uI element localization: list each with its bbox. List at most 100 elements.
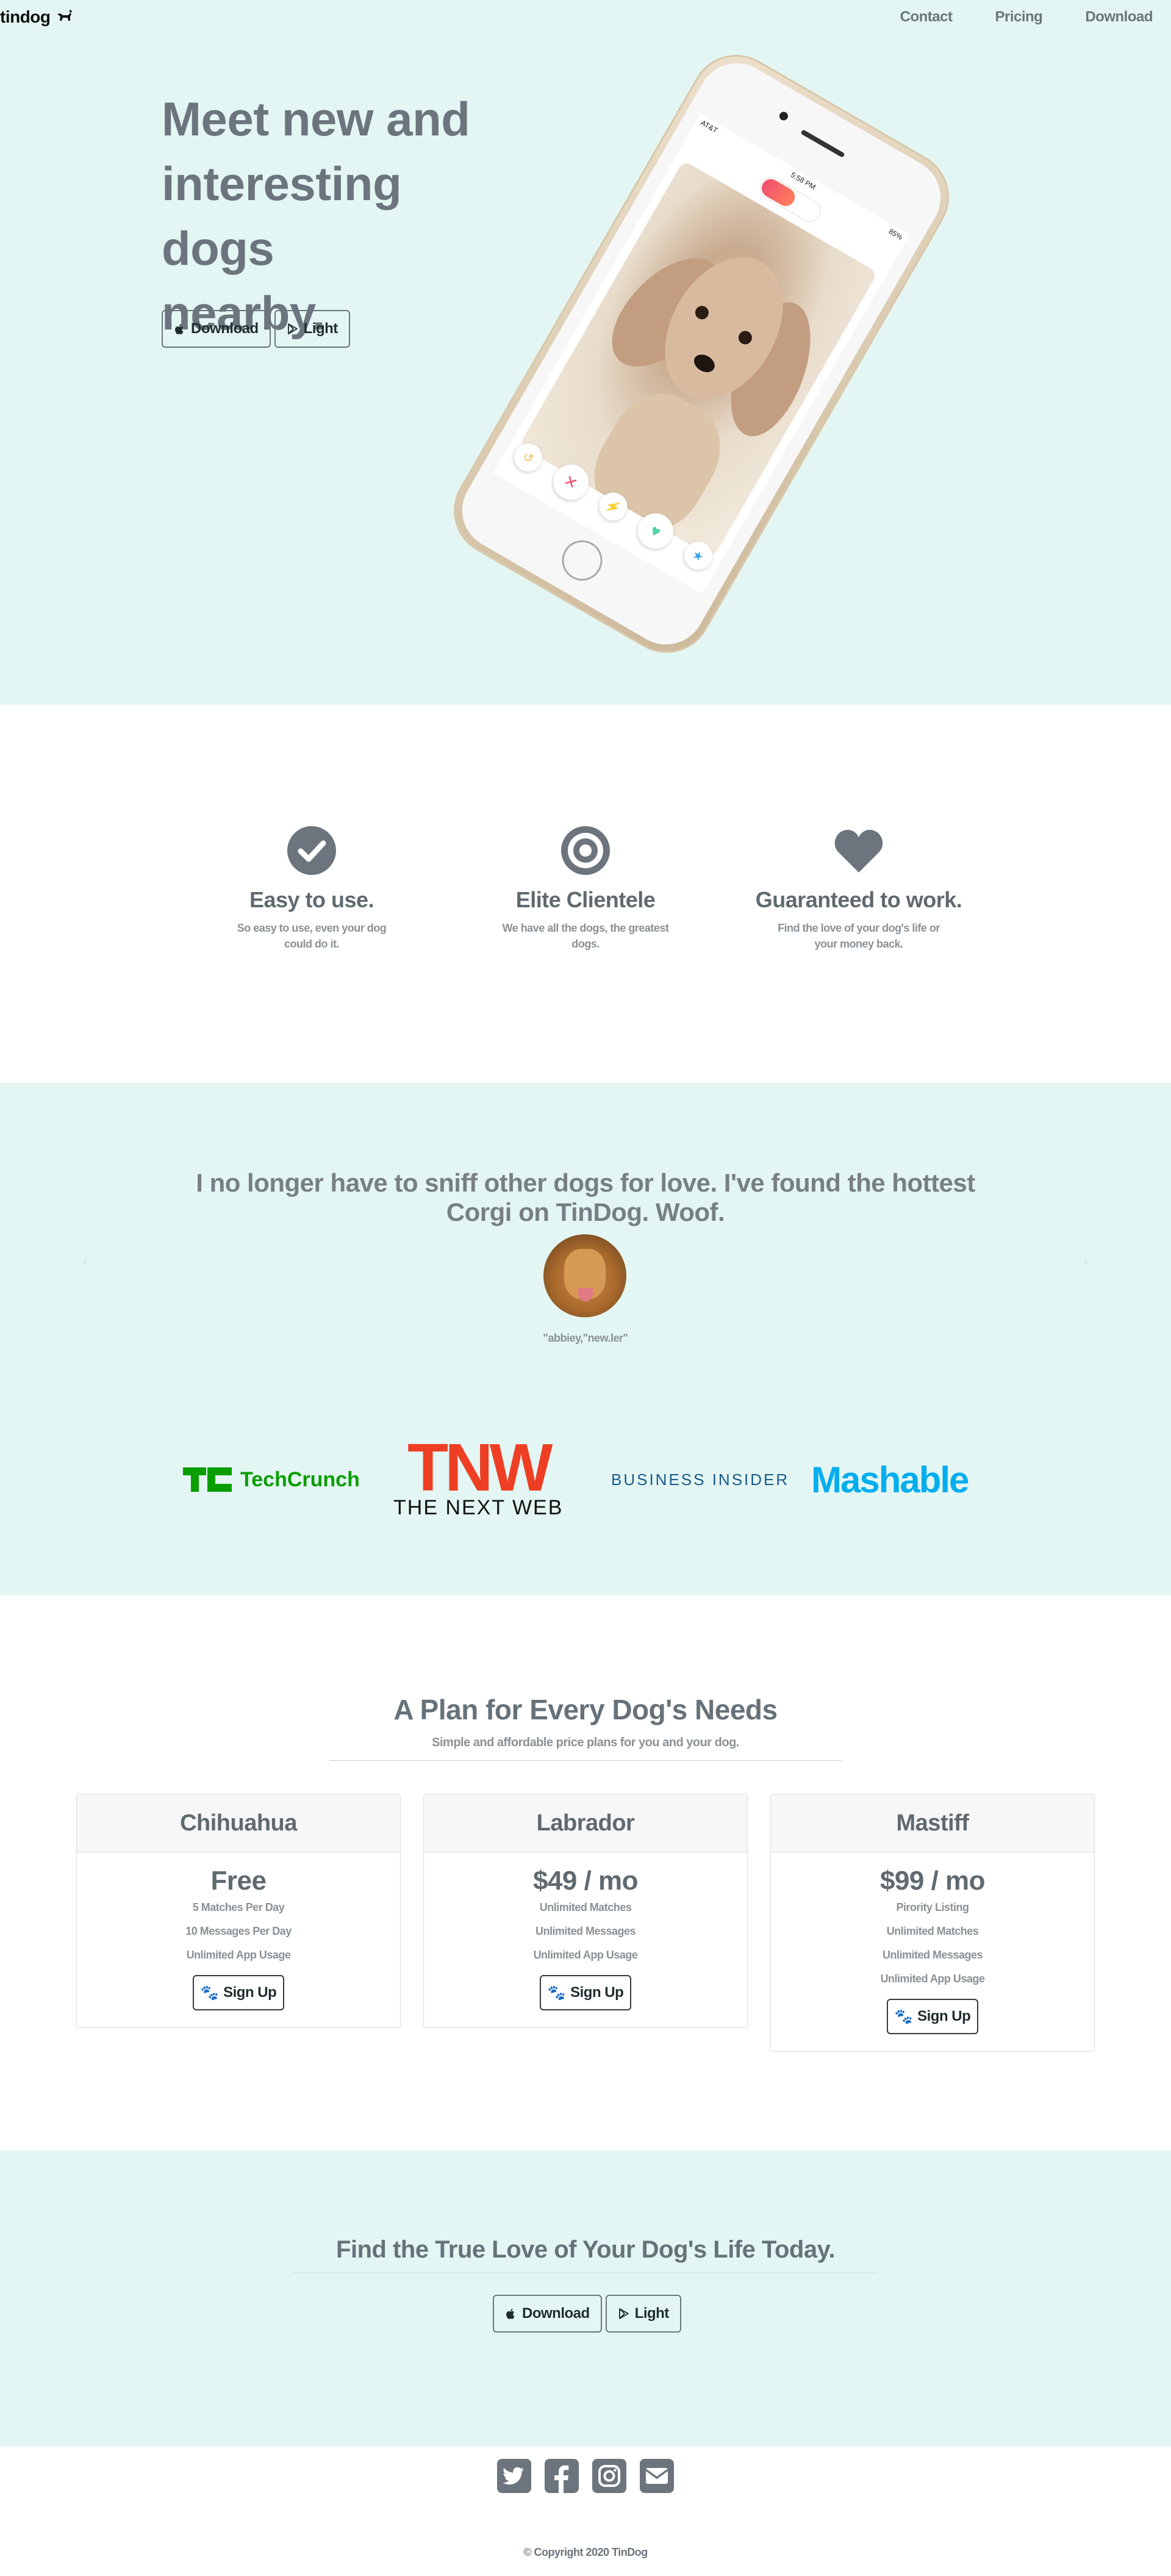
facebook-icon[interactable]	[545, 2459, 579, 2493]
plan-name: Labrador	[424, 1794, 747, 1852]
techcrunch-mark-icon	[183, 1467, 232, 1492]
plan-feature: Unlimited App Usage	[880, 1973, 985, 1985]
copyright-text: © Copyright 2020 TinDog	[523, 2546, 648, 2558]
plan-body: $99 / mo Pirority Listing Unlimited Matc…	[771, 1852, 1094, 2051]
pricing-subtitle: Simple and affordable price plans for yo…	[432, 1736, 739, 1749]
paw-icon: 🐾	[200, 1984, 219, 2001]
tnw-letters: TNW	[407, 1430, 553, 1505]
plan-body: Free 5 Matches Per Day 10 Messages Per D…	[77, 1852, 400, 2027]
nav-link-pricing[interactable]: Pricing	[995, 9, 1042, 26]
press-section: TechCrunch TNW THE NEXT WEB BUSINESS INS…	[0, 1430, 1171, 1596]
play-store-icon	[287, 323, 298, 334]
plan-feature: Unlimited Messages	[535, 1925, 636, 1937]
cta-light-button[interactable]: Light	[605, 2295, 681, 2333]
brand-name: tindog	[0, 7, 51, 26]
hero-light-button[interactable]: Light	[274, 310, 350, 348]
cta-buttons: Download Light	[493, 2295, 681, 2333]
testimonial-quote: I no longer have to sniff other dogs for…	[196, 1168, 975, 1226]
plan-feature: 5 Matches Per Day	[192, 1901, 285, 1913]
hero-download-button[interactable]: Download	[162, 310, 271, 348]
phone-screen: AT&T 5:58 PM 85% ↺ ✕ ⚡ ♥ ★	[493, 113, 910, 594]
dog-icon	[56, 7, 73, 27]
phone-camera	[778, 110, 790, 122]
check-circle-icon	[286, 825, 337, 876]
twitter-icon[interactable]	[497, 2459, 531, 2493]
hero-light-label: Light	[303, 320, 338, 337]
heart-icon	[833, 825, 884, 876]
testimonial-handle: "abbiey,"new.ler"	[543, 1332, 628, 1344]
signup-button[interactable]: 🐾 Sign Up	[887, 1999, 978, 2034]
features-section: Easy to use. So easy to use, even your d…	[0, 705, 1171, 1083]
apple-icon	[175, 324, 184, 334]
pricing-title: A Plan for Every Dog's Needs	[393, 1694, 778, 1725]
plan-feature: Pirority Listing	[896, 1901, 969, 1913]
mashable-wordmark: Mashable	[811, 1459, 969, 1500]
carousel-prev-icon[interactable]: ‹	[82, 1251, 88, 1272]
testimonials-section: ‹ › I no longer have to sniff other dogs…	[0, 1083, 1171, 1437]
pricing-card-chihuahua: Chihuahua Free 5 Matches Per Day 10 Mess…	[76, 1794, 401, 2028]
cta-download-button[interactable]: Download	[493, 2295, 602, 2333]
mashable-logo: Mashable	[811, 1437, 969, 1522]
play-store-icon	[618, 2308, 629, 2319]
cta-title: Find the True Love of Your Dog's Life To…	[336, 2236, 835, 2263]
phone-speaker	[800, 129, 845, 158]
carousel-next-icon[interactable]: ›	[1083, 1251, 1089, 1272]
feature-guaranteed: Guaranteed to work. Find the love of you…	[755, 825, 962, 952]
nav-link-download[interactable]: Download	[1085, 9, 1153, 26]
plan-body: $49 / mo Unlimited Matches Unlimited Mes…	[424, 1852, 747, 2027]
techcrunch-logo: TechCrunch	[183, 1437, 360, 1522]
hero-headline-line: interesting dogs	[162, 157, 402, 275]
brand-logo[interactable]: tindog	[0, 7, 73, 27]
cta-section: Find the True Love of Your Dog's Life To…	[0, 2151, 1171, 2447]
plan-name: Chihuahua	[77, 1794, 400, 1852]
nav-link-contact[interactable]: Contact	[900, 9, 953, 26]
hero-headline: Meet new and interesting dogs nearby.	[162, 87, 503, 345]
testimonial-avatar	[543, 1234, 626, 1317]
feature-easy: Easy to use. So easy to use, even your d…	[208, 825, 415, 952]
plan-feature: Unlimited App Usage	[533, 1949, 638, 1961]
envelope-icon[interactable]	[640, 2459, 674, 2493]
signup-label: Sign Up	[223, 1984, 277, 2001]
avatar-dog-tongue	[578, 1288, 593, 1301]
feature-elite: Elite Clientele We have all the dogs, th…	[482, 825, 689, 952]
feature-text: So easy to use, even your dog could do i…	[237, 922, 387, 950]
pricing-section: A Plan for Every Dog's Needs Simple and …	[0, 1596, 1171, 2151]
battery-text: 85%	[887, 226, 904, 242]
plan-price: $49 / mo	[532, 1866, 639, 1896]
plan-feature: Unlimited App Usage	[186, 1949, 291, 1961]
feature-text: Find the love of your dog's life or your…	[778, 922, 940, 950]
techcrunch-wordmark: TechCrunch	[240, 1467, 360, 1491]
signup-button[interactable]: 🐾 Sign Up	[540, 1975, 631, 2010]
iphone-mockup: AT&T 5:58 PM 85% ↺ ✕ ⚡ ♥ ★	[439, 40, 964, 667]
plan-name: Mastiff	[771, 1794, 1094, 1852]
signup-label: Sign Up	[570, 1984, 624, 2001]
tnw-wordmark: THE NEXT WEB	[393, 1495, 564, 1519]
signup-button[interactable]: 🐾 Sign Up	[193, 1975, 284, 2010]
feature-text: We have all the dogs, the greatest dogs.	[502, 922, 669, 950]
pricing-divider	[329, 1760, 842, 1761]
feature-title: Guaranteed to work.	[755, 887, 962, 912]
signup-label: Sign Up	[917, 2008, 971, 2024]
instagram-icon[interactable]	[592, 2459, 626, 2493]
plan-feature: Unlimited Messages	[882, 1949, 983, 1961]
hero-buttons: Download Light	[162, 310, 350, 348]
feature-title: Elite Clientele	[515, 887, 656, 912]
business-insider-wordmark: BUSINESS INSIDER	[611, 1470, 790, 1489]
feature-title: Easy to use.	[249, 887, 374, 912]
cta-light-label: Light	[634, 2305, 670, 2322]
pricing-card-labrador: Labrador $49 / mo Unlimited Matches Unli…	[423, 1794, 748, 2028]
hero-download-label: Download	[191, 320, 259, 337]
plan-price: Free	[210, 1866, 267, 1896]
phone-home-button	[554, 533, 610, 588]
bullseye-icon	[560, 825, 611, 876]
carrier-text: AT&T	[699, 118, 720, 135]
business-insider-logo: BUSINESS INSIDER	[611, 1437, 789, 1522]
nav-links: Contact Pricing Download	[900, 9, 1153, 26]
plan-price: $99 / mo	[879, 1866, 986, 1896]
paw-icon: 🐾	[894, 2008, 913, 2025]
plan-feature: Unlimited Matches	[886, 1925, 979, 1937]
navbar: tindog Contact Pricing Download	[0, 0, 1171, 34]
tnw-logo: TNW THE NEXT WEB	[393, 1430, 564, 1522]
footer: © Copyright 2020 TinDog	[0, 2447, 1171, 2570]
pricing-card-mastiff: Mastiff $99 / mo Pirority Listing Unlimi…	[770, 1794, 1095, 2052]
